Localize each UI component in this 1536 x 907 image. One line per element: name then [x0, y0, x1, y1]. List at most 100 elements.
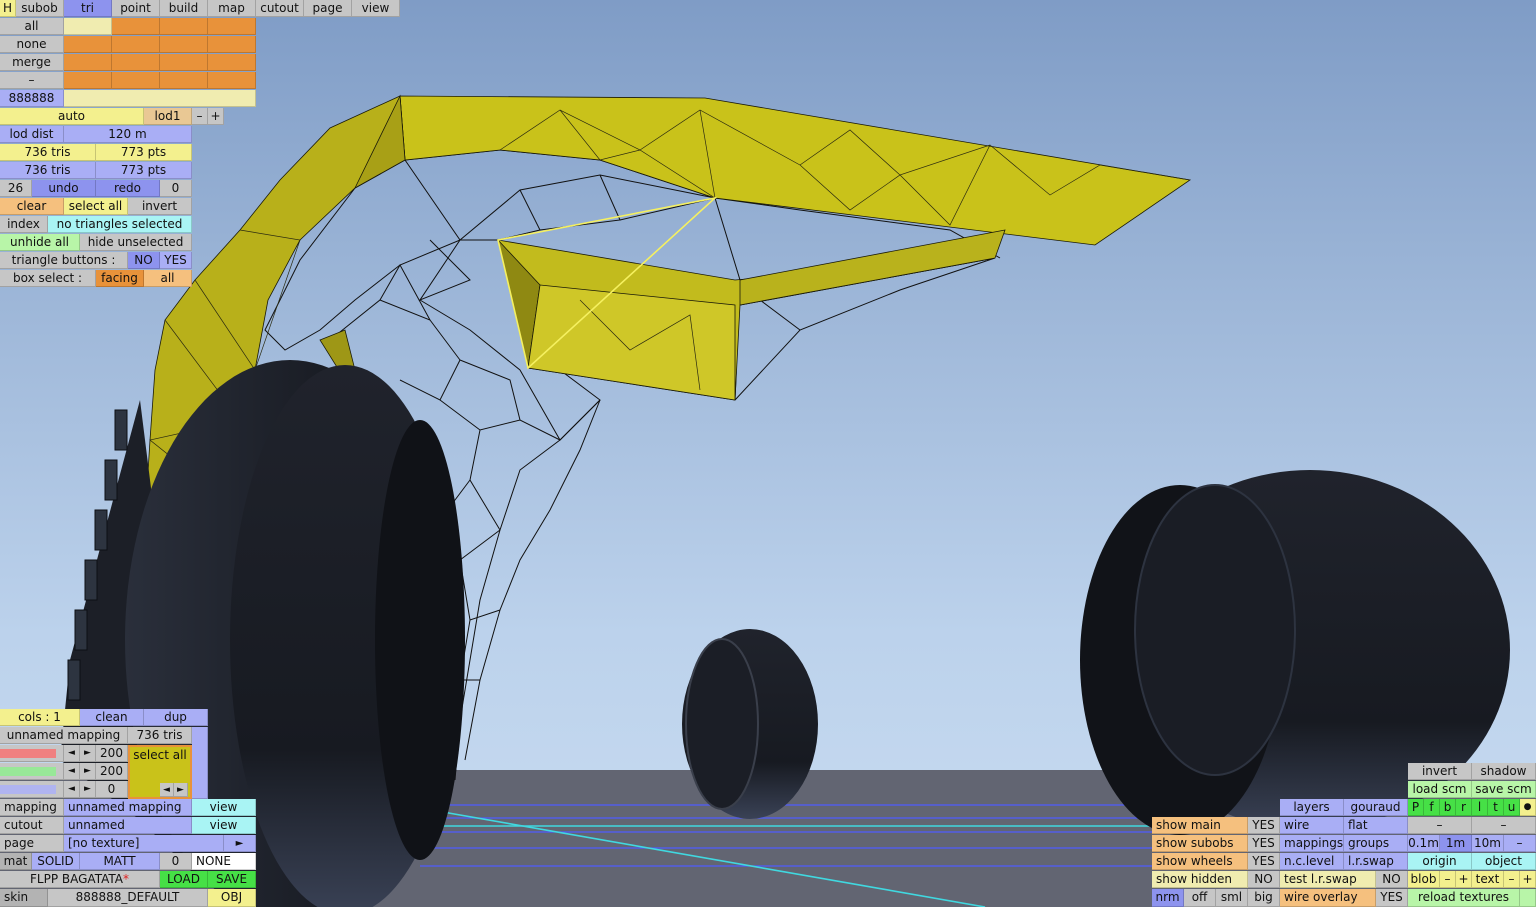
color-swatch[interactable]: [160, 72, 208, 89]
dash-button[interactable]: –: [0, 72, 64, 89]
dup-button[interactable]: dup: [144, 709, 208, 726]
arrow-right-icon[interactable]: ►: [80, 763, 96, 780]
lod-minus-button[interactable]: –: [192, 108, 208, 125]
object-button[interactable]: object: [1472, 853, 1536, 870]
wire-overlay-toggle[interactable]: YES: [1376, 889, 1408, 907]
lod-plus-button[interactable]: +: [208, 108, 224, 125]
show-hidden-toggle[interactable]: NO: [1248, 871, 1280, 888]
text-plus-button[interactable]: +: [1520, 871, 1536, 888]
show-subobs-toggle[interactable]: YES: [1248, 835, 1280, 852]
blue-slider[interactable]: [0, 781, 64, 798]
color-swatch[interactable]: [112, 54, 160, 71]
cutout-view-button[interactable]: view: [192, 817, 256, 834]
merge-button[interactable]: merge: [0, 54, 64, 71]
color-swatch[interactable]: [208, 36, 256, 53]
show-wheels-toggle[interactable]: YES: [1248, 853, 1280, 870]
layers-button[interactable]: layers: [1280, 799, 1344, 816]
index-button[interactable]: index: [0, 216, 48, 233]
box-select-facing[interactable]: facing: [96, 270, 144, 287]
wire-button[interactable]: wire: [1280, 817, 1344, 834]
grid-10m-button[interactable]: 10m: [1472, 835, 1504, 852]
dash-button-a[interactable]: –: [1408, 817, 1472, 834]
color-swatch[interactable]: [160, 36, 208, 53]
mapping-name[interactable]: unnamed mapping: [0, 727, 128, 744]
menu-page[interactable]: page: [304, 0, 352, 17]
menu-view[interactable]: view: [352, 0, 400, 17]
blob-plus-button[interactable]: +: [1456, 871, 1472, 888]
viewport-3d[interactable]: [0, 0, 1536, 907]
grid-dash-button[interactable]: –: [1504, 835, 1536, 852]
color-swatch[interactable]: [208, 18, 256, 35]
color-swatch[interactable]: [64, 18, 112, 35]
arrow-right-icon[interactable]: ►: [174, 783, 188, 797]
unhide-all-button[interactable]: unhide all: [0, 234, 80, 251]
width-value[interactable]: 200: [96, 745, 128, 762]
load-scm-button[interactable]: load scm: [1408, 781, 1472, 798]
triangle-buttons-no[interactable]: NO: [128, 252, 160, 269]
color-swatch[interactable]: [112, 36, 160, 53]
cutout-value[interactable]: unnamed: [64, 817, 192, 834]
text-minus-button[interactable]: –: [1504, 871, 1520, 888]
view-b-button[interactable]: b: [1440, 799, 1456, 816]
arrow-left-icon[interactable]: ◄: [160, 783, 174, 797]
wire-overlay-button[interactable]: wire overlay: [1280, 889, 1376, 907]
reload-textures-button[interactable]: reload textures: [1408, 889, 1520, 907]
show-main-toggle[interactable]: YES: [1248, 817, 1280, 834]
shadow-button[interactable]: shadow: [1472, 763, 1536, 780]
grid-1m-button[interactable]: 1m: [1440, 835, 1472, 852]
mat-solid-button[interactable]: SOLID: [32, 853, 80, 870]
mat-matt-button[interactable]: MATT: [80, 853, 160, 870]
color-code-field[interactable]: 888888: [0, 90, 64, 107]
color-swatch[interactable]: [112, 72, 160, 89]
color-swatch[interactable]: [112, 18, 160, 35]
show-main-label[interactable]: show main: [1152, 817, 1248, 834]
mapping-scrollbar[interactable]: [192, 727, 208, 799]
red-slider[interactable]: [0, 745, 64, 762]
arrow-right-icon[interactable]: ►: [80, 781, 96, 798]
view-l-button[interactable]: l: [1472, 799, 1488, 816]
green-slider[interactable]: [0, 763, 64, 780]
color-swatch[interactable]: [160, 54, 208, 71]
invert-button[interactable]: invert: [128, 198, 192, 215]
show-subobs-label[interactable]: show subobs: [1152, 835, 1248, 852]
menu-tri[interactable]: tri: [64, 0, 112, 17]
obj-button[interactable]: OBJ: [208, 889, 256, 907]
select-all-button[interactable]: select all: [64, 198, 128, 215]
arrow-right-icon[interactable]: ►: [80, 745, 96, 762]
test-lr-swap-toggle[interactable]: NO: [1376, 871, 1408, 888]
nc-level-button[interactable]: n.c.level: [1280, 853, 1344, 870]
clean-button[interactable]: clean: [80, 709, 144, 726]
color-swatch[interactable]: [64, 54, 112, 71]
blob-minus-button[interactable]: –: [1440, 871, 1456, 888]
redo-button[interactable]: redo: [96, 180, 160, 197]
select-all-row-button[interactable]: all: [0, 18, 64, 35]
arrow-left-icon[interactable]: ◄: [64, 745, 80, 762]
height-value[interactable]: 200: [96, 763, 128, 780]
grid-01m-button[interactable]: 0.1m: [1408, 835, 1440, 852]
color-swatch[interactable]: [160, 18, 208, 35]
dot-icon[interactable]: ●: [1520, 799, 1536, 816]
show-wheels-label[interactable]: show wheels: [1152, 853, 1248, 870]
lr-swap-button[interactable]: l.r.swap: [1344, 853, 1408, 870]
page-value[interactable]: [no texture]: [64, 835, 224, 852]
mappings-button[interactable]: mappings: [1280, 835, 1344, 852]
color-preview[interactable]: [64, 90, 256, 107]
dash-button-b[interactable]: –: [1472, 817, 1536, 834]
h-toggle-button[interactable]: H: [0, 0, 16, 17]
view-t-button[interactable]: t: [1488, 799, 1504, 816]
skin-value[interactable]: 888888_DEFAULT: [48, 889, 208, 907]
nrm-button[interactable]: nrm: [1152, 889, 1184, 907]
auto-button[interactable]: auto: [0, 108, 144, 125]
color-swatch[interactable]: [208, 72, 256, 89]
show-hidden-label[interactable]: show hidden: [1152, 871, 1248, 888]
view-p-button[interactable]: P: [1408, 799, 1424, 816]
offset-value[interactable]: 0: [96, 781, 128, 798]
menu-map[interactable]: map: [208, 0, 256, 17]
menu-build[interactable]: build: [160, 0, 208, 17]
lod-button[interactable]: lod1: [144, 108, 192, 125]
load-button[interactable]: LOAD: [160, 871, 208, 888]
invert-view-button[interactable]: invert: [1408, 763, 1472, 780]
mat-none-field[interactable]: NONE: [192, 853, 256, 870]
menu-cutout[interactable]: cutout: [256, 0, 304, 17]
triangle-buttons-yes[interactable]: YES: [160, 252, 192, 269]
